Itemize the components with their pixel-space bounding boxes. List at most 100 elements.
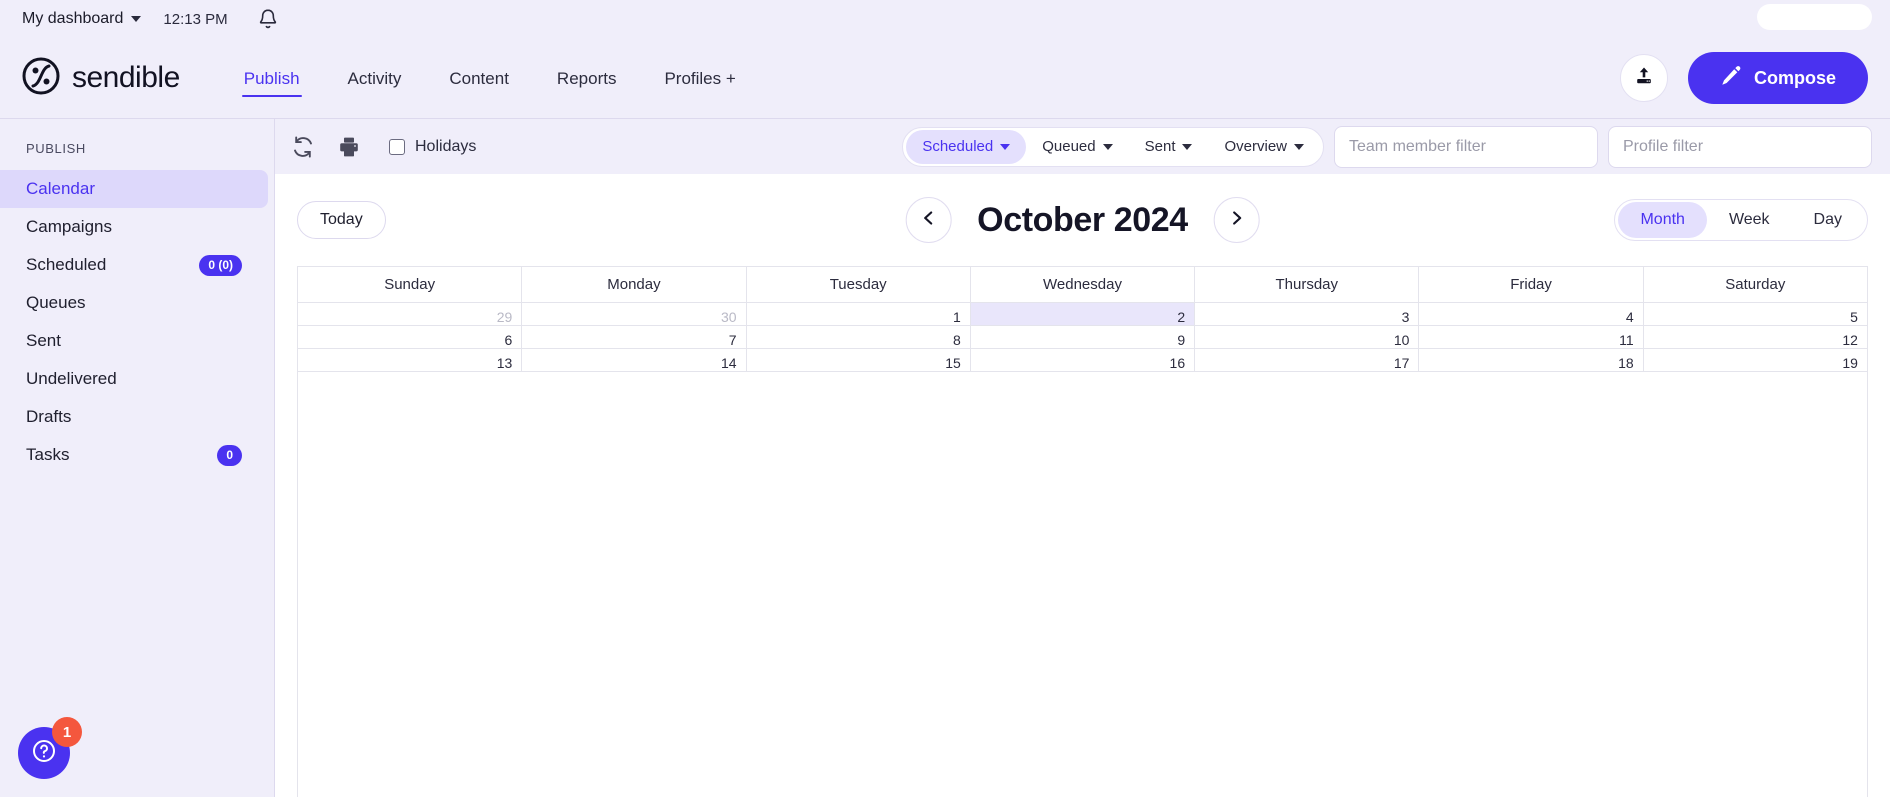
sidebar-item-scheduled[interactable]: Scheduled 0 (0) <box>0 246 268 284</box>
calendar-day-cell[interactable]: 1 <box>747 303 971 325</box>
sidebar-item-label: Tasks <box>26 445 70 464</box>
topbar-left-group: My dashboard 12:13 PM <box>22 8 278 30</box>
calendar-day-number: 15 <box>945 355 961 371</box>
nav-item-activity[interactable]: Activity <box>346 41 404 115</box>
top-utility-bar: My dashboard 12:13 PM <box>0 0 1890 38</box>
calendar-day-cell[interactable]: 9 <box>971 326 1196 348</box>
chevron-down-icon <box>1182 143 1193 150</box>
calendar-day-cell[interactable]: 18 <box>1419 349 1644 371</box>
calendar-day-number: 9 <box>1177 332 1186 348</box>
calendar-day-cell[interactable]: 12 <box>1644 326 1867 348</box>
today-button[interactable]: Today <box>297 201 386 239</box>
calendar-toolbar: Today October 2024 Month Week Day <box>297 174 1868 266</box>
calendar-day-cell[interactable]: 8 <box>747 326 971 348</box>
calendar-day-cell[interactable]: 4 <box>1419 303 1644 325</box>
brand-name: sendible <box>72 61 180 94</box>
sidebar-item-calendar[interactable]: Calendar <box>0 170 268 208</box>
calendar-day-number: 12 <box>1842 332 1858 348</box>
status-filter-scheduled[interactable]: Scheduled <box>906 129 1027 164</box>
calendar-day-number: 5 <box>1850 309 1858 325</box>
calendar-day-cell[interactable]: 16 <box>971 349 1196 371</box>
calendar-day-cell[interactable]: 14 <box>522 349 747 371</box>
calendar-day-header-row: Sunday Monday Tuesday Wednesday Thursday… <box>298 267 1867 303</box>
calendar-day-cell[interactable]: 2 <box>970 303 1196 325</box>
view-option-month[interactable]: Month <box>1618 202 1707 238</box>
nav-item-profiles[interactable]: Profiles + <box>662 41 737 115</box>
calendar-week-row: 6 7 8 9 10 11 12 <box>298 326 1867 349</box>
view-option-day[interactable]: Day <box>1792 202 1864 238</box>
help-widget: 1 <box>18 717 82 779</box>
chevron-down-icon <box>1000 143 1011 150</box>
calendar-day-number: 2 <box>1177 309 1186 325</box>
nav-item-publish[interactable]: Publish <box>241 41 302 115</box>
calendar-day-cell[interactable]: 10 <box>1195 326 1420 348</box>
calendar-day-cell[interactable]: 3 <box>1195 303 1420 325</box>
calendar-day-cell[interactable]: 5 <box>1644 303 1867 325</box>
calendar-day-number: 29 <box>496 309 513 325</box>
calendar-view-toggle: Month Week Day <box>1614 199 1868 241</box>
print-icon[interactable] <box>337 135 361 159</box>
status-filter-group: Scheduled Queued Sent Overview <box>902 126 1324 167</box>
sidebar-item-label: Undelivered <box>26 369 117 388</box>
day-header-tuesday: Tuesday <box>747 267 971 302</box>
nav-item-reports[interactable]: Reports <box>555 41 619 115</box>
chevron-down-icon <box>1294 143 1304 150</box>
question-mark-icon <box>30 737 58 770</box>
view-option-week[interactable]: Week <box>1707 202 1792 238</box>
calendar-week-row: 13 14 15 16 17 18 19 <box>298 349 1867 372</box>
main-navigation: Publish Activity Content Reports Profile… <box>241 38 738 118</box>
bell-icon[interactable] <box>258 8 278 30</box>
calendar-day-cell[interactable]: 6 <box>298 326 523 348</box>
calendar-weeks-host: 29 30 1 2 3 4 5 6 7 8 9 10 11 12 13 14 15 16 17 18 19 <box>298 303 1867 372</box>
day-header-friday: Friday <box>1419 267 1644 302</box>
chevron-left-icon <box>919 209 937 232</box>
checkbox-square-icon[interactable] <box>389 138 405 155</box>
calendar-day-cell[interactable]: 7 <box>522 326 747 348</box>
calendar-day-number: 16 <box>1169 355 1186 371</box>
sidebar-item-drafts[interactable]: Drafts <box>0 398 268 436</box>
calendar-day-cell[interactable]: 17 <box>1195 349 1420 371</box>
status-filter-queued[interactable]: Queued <box>1026 130 1128 164</box>
holidays-checkbox-label: Holidays <box>415 137 477 155</box>
nav-item-content[interactable]: Content <box>447 41 511 115</box>
help-notification-badge: 1 <box>52 717 82 747</box>
upload-button[interactable] <box>1619 54 1668 102</box>
calendar-day-number: 14 <box>720 355 737 371</box>
body-wrapper: PUBLISH Calendar Campaigns Scheduled 0 (… <box>0 118 1890 797</box>
sidebar: PUBLISH Calendar Campaigns Scheduled 0 (… <box>0 118 274 797</box>
scheduled-count-badge: 0 (0) <box>199 254 242 276</box>
calendar-day-cell[interactable]: 15 <box>747 349 971 371</box>
status-filter-overview[interactable]: Overview <box>1208 130 1320 164</box>
day-header-monday: Monday <box>522 267 747 302</box>
calendar-day-number: 13 <box>496 355 513 371</box>
sidebar-item-sent[interactable]: Sent <box>0 322 268 360</box>
calendar-day-cell[interactable]: 29 <box>298 303 523 325</box>
sidebar-item-undelivered[interactable]: Undelivered <box>0 360 268 398</box>
compose-button[interactable]: Compose <box>1687 52 1868 104</box>
refresh-icon[interactable] <box>291 135 315 159</box>
calendar-day-cell[interactable]: 30 <box>522 303 747 325</box>
status-filter-sent[interactable]: Sent <box>1129 130 1209 164</box>
calendar-day-cell[interactable]: 19 <box>1644 349 1867 371</box>
calendar-day-cell[interactable]: 11 <box>1419 326 1644 348</box>
sidebar-item-label: Drafts <box>26 407 72 426</box>
next-month-button[interactable] <box>1213 197 1260 243</box>
prev-month-button[interactable] <box>905 197 952 243</box>
calendar-day-number: 6 <box>504 332 513 348</box>
holidays-checkbox[interactable]: Holidays <box>389 138 476 156</box>
sidebar-item-label: Campaigns <box>26 217 112 236</box>
calendar-week-row: 29 30 1 2 3 4 5 <box>298 303 1867 326</box>
sidebar-item-campaigns[interactable]: Campaigns <box>0 208 268 246</box>
sidebar-section-heading: PUBLISH <box>26 141 86 156</box>
chevron-down-icon <box>1102 143 1113 150</box>
main-header: sendible Publish Activity Content Report… <box>0 38 1890 118</box>
day-header-thursday: Thursday <box>1195 267 1420 302</box>
calendar-day-cell[interactable]: 13 <box>298 349 523 371</box>
team-member-filter-input[interactable] <box>1334 125 1598 168</box>
sidebar-item-tasks[interactable]: Tasks 0 <box>0 436 268 474</box>
profile-filter-input[interactable] <box>1608 125 1872 168</box>
dashboard-selector[interactable]: My dashboard <box>22 10 142 28</box>
calendar-day-number: 4 <box>1625 309 1634 325</box>
brand-logo[interactable]: sendible <box>22 57 180 100</box>
sidebar-item-queues[interactable]: Queues <box>0 284 268 322</box>
